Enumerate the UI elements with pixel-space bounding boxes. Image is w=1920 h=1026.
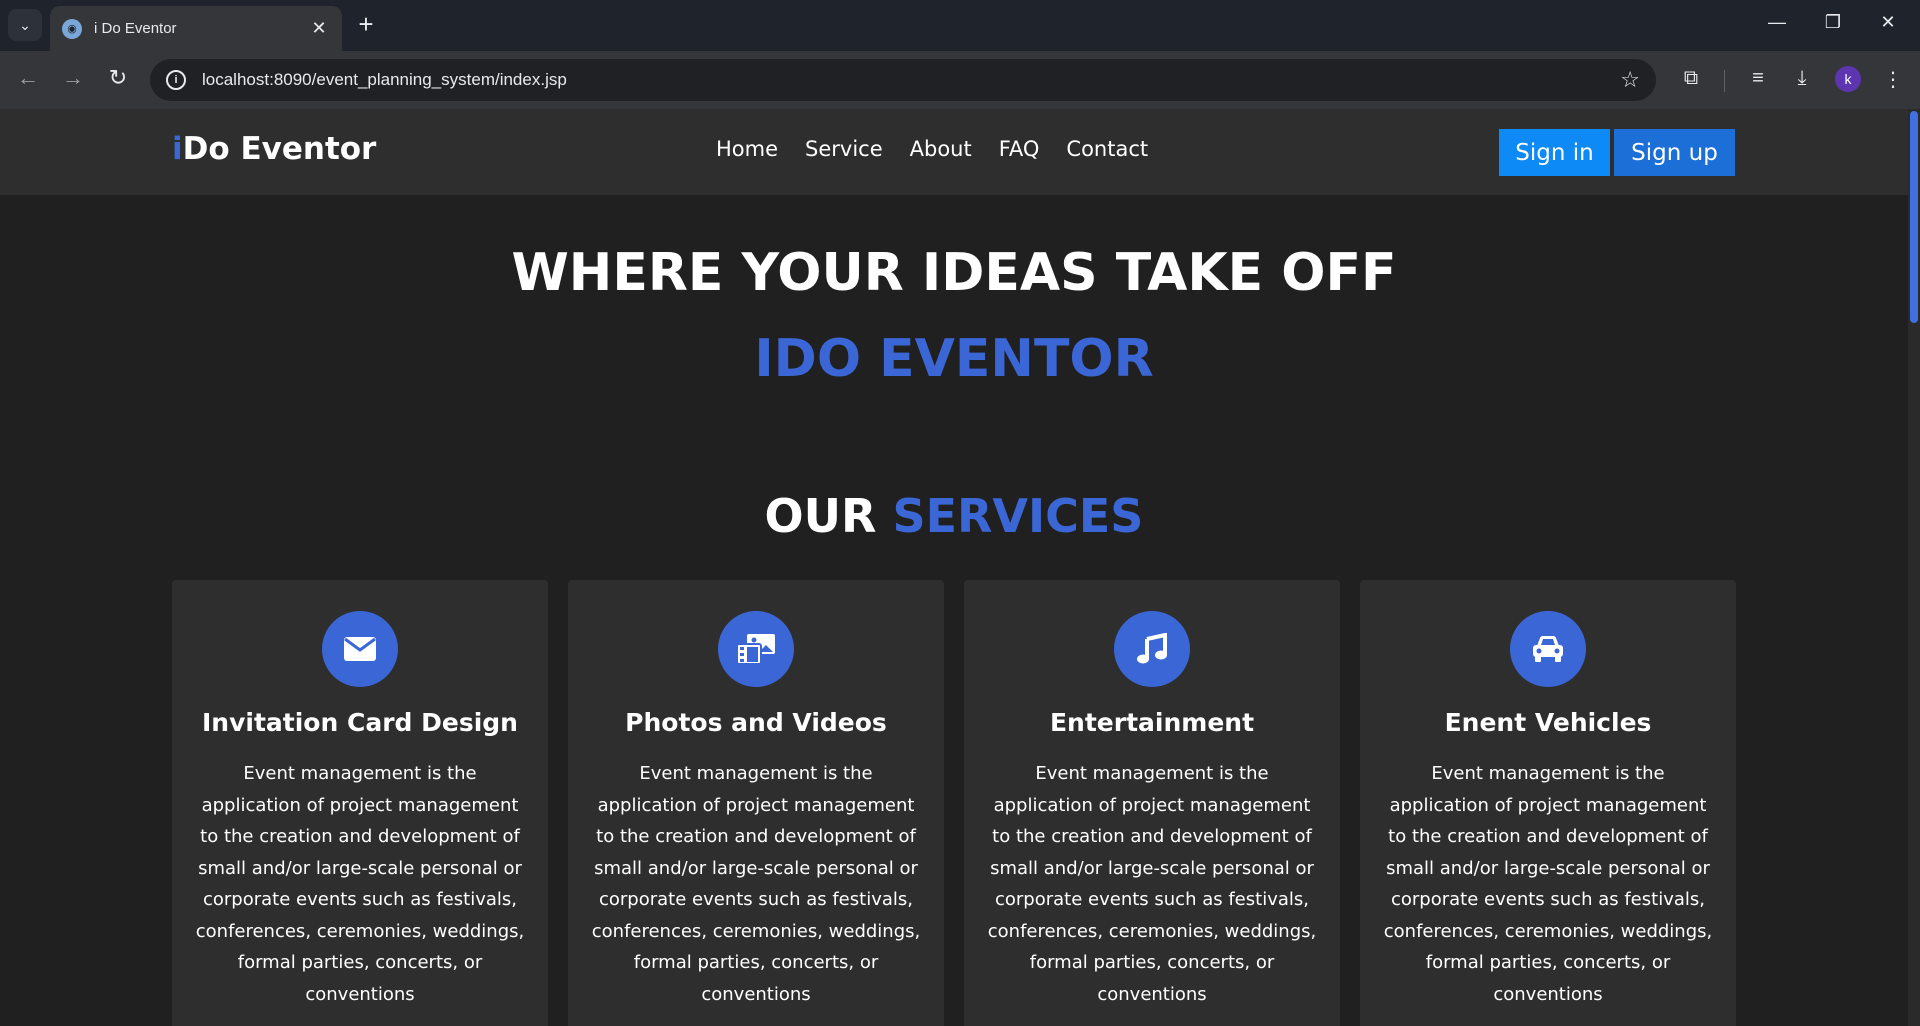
new-tab-icon[interactable]: +	[352, 11, 380, 37]
logo-text: Do Eventor	[182, 131, 377, 167]
browser-toolbar: ← → ↻ i localhost:8090/event_planning_sy…	[0, 51, 1920, 109]
service-card-vehicles: Enent Vehicles Event management is the a…	[1360, 580, 1736, 1026]
scrollbar-thumb[interactable]	[1910, 111, 1918, 323]
photo-video-icon	[718, 611, 794, 687]
minimize-icon[interactable]: —	[1762, 12, 1792, 33]
hero-subtitle: IDO EVENTOR	[754, 329, 1154, 389]
hero-title: WHERE YOUR IDEAS TAKE OFF	[511, 243, 1397, 303]
browser-tab-strip: ⌄ ◉ i Do Eventor ✕ + — ❐ ✕	[0, 0, 1920, 51]
tab-search-icon[interactable]: ⌄	[8, 9, 42, 41]
card-title: Entertainment	[1049, 708, 1255, 737]
services-heading-accent: SERVICES	[892, 489, 1144, 543]
services-heading: OUR SERVICES	[0, 489, 1908, 543]
nav-link-contact[interactable]: Contact	[1066, 137, 1148, 161]
bookmark-star-icon[interactable]: ☆	[1620, 67, 1640, 93]
card-title: Invitation Card Design	[202, 708, 518, 737]
reload-icon[interactable]: ↻	[103, 65, 133, 91]
download-icon[interactable]: ⤓	[1787, 67, 1817, 90]
extensions-icon[interactable]: ⧉	[1676, 67, 1706, 90]
site-info-icon[interactable]: i	[166, 70, 186, 90]
close-tab-icon[interactable]: ✕	[308, 18, 330, 39]
service-card-invitation: Invitation Card Design Event management …	[172, 580, 548, 1026]
profile-avatar[interactable]: k	[1835, 66, 1861, 92]
card-description: Event management is the application of p…	[195, 763, 525, 1005]
forward-icon[interactable]: →	[58, 65, 88, 91]
card-title: Photos and Videos	[625, 708, 887, 737]
car-icon	[1510, 611, 1586, 687]
music-note-icon	[1114, 611, 1190, 687]
back-icon[interactable]: ←	[13, 65, 43, 91]
nav-link-about[interactable]: About	[910, 137, 972, 161]
tab-title: i Do Eventor	[94, 20, 177, 37]
main-nav: Home Service About FAQ Contact	[716, 137, 1148, 161]
card-description: Event management is the application of p…	[591, 763, 921, 1005]
services-cards: Invitation Card Design Event management …	[172, 580, 1736, 1026]
envelope-icon	[322, 611, 398, 687]
url-text[interactable]: localhost:8090/event_planning_system/ind…	[202, 70, 1620, 90]
restore-icon[interactable]: ❐	[1818, 12, 1848, 33]
services-heading-part1: OUR	[764, 489, 893, 543]
sign-in-button[interactable]: Sign in	[1499, 129, 1610, 176]
browser-tab[interactable]: ◉ i Do Eventor ✕	[50, 6, 342, 51]
site-logo[interactable]: iDo Eventor	[172, 131, 376, 167]
card-description: Event management is the application of p…	[1383, 763, 1713, 1005]
card-title: Enent Vehicles	[1444, 708, 1652, 737]
web-page: iDo Eventor Home Service About FAQ Conta…	[0, 109, 1920, 1026]
logo-letter-i: i	[172, 131, 183, 167]
media-controls-icon[interactable]: ≡	[1743, 67, 1773, 90]
nav-link-faq[interactable]: FAQ	[999, 137, 1040, 161]
nav-link-home[interactable]: Home	[716, 137, 778, 161]
kebab-menu-icon[interactable]: ⋮	[1878, 67, 1908, 92]
nav-link-service[interactable]: Service	[805, 137, 883, 161]
service-card-entertainment: Entertainment Event management is the ap…	[964, 580, 1340, 1026]
service-card-photos: Photos and Videos Event management is th…	[568, 580, 944, 1026]
address-bar[interactable]: i localhost:8090/event_planning_system/i…	[150, 59, 1656, 101]
page-scrollbar[interactable]	[1908, 109, 1920, 1026]
close-window-icon[interactable]: ✕	[1873, 12, 1903, 33]
sign-up-button[interactable]: Sign up	[1614, 129, 1735, 176]
site-navbar: iDo Eventor Home Service About FAQ Conta…	[0, 109, 1908, 195]
toolbar-divider	[1724, 70, 1725, 92]
card-description: Event management is the application of p…	[987, 763, 1317, 1005]
favicon-icon: ◉	[62, 18, 82, 39]
